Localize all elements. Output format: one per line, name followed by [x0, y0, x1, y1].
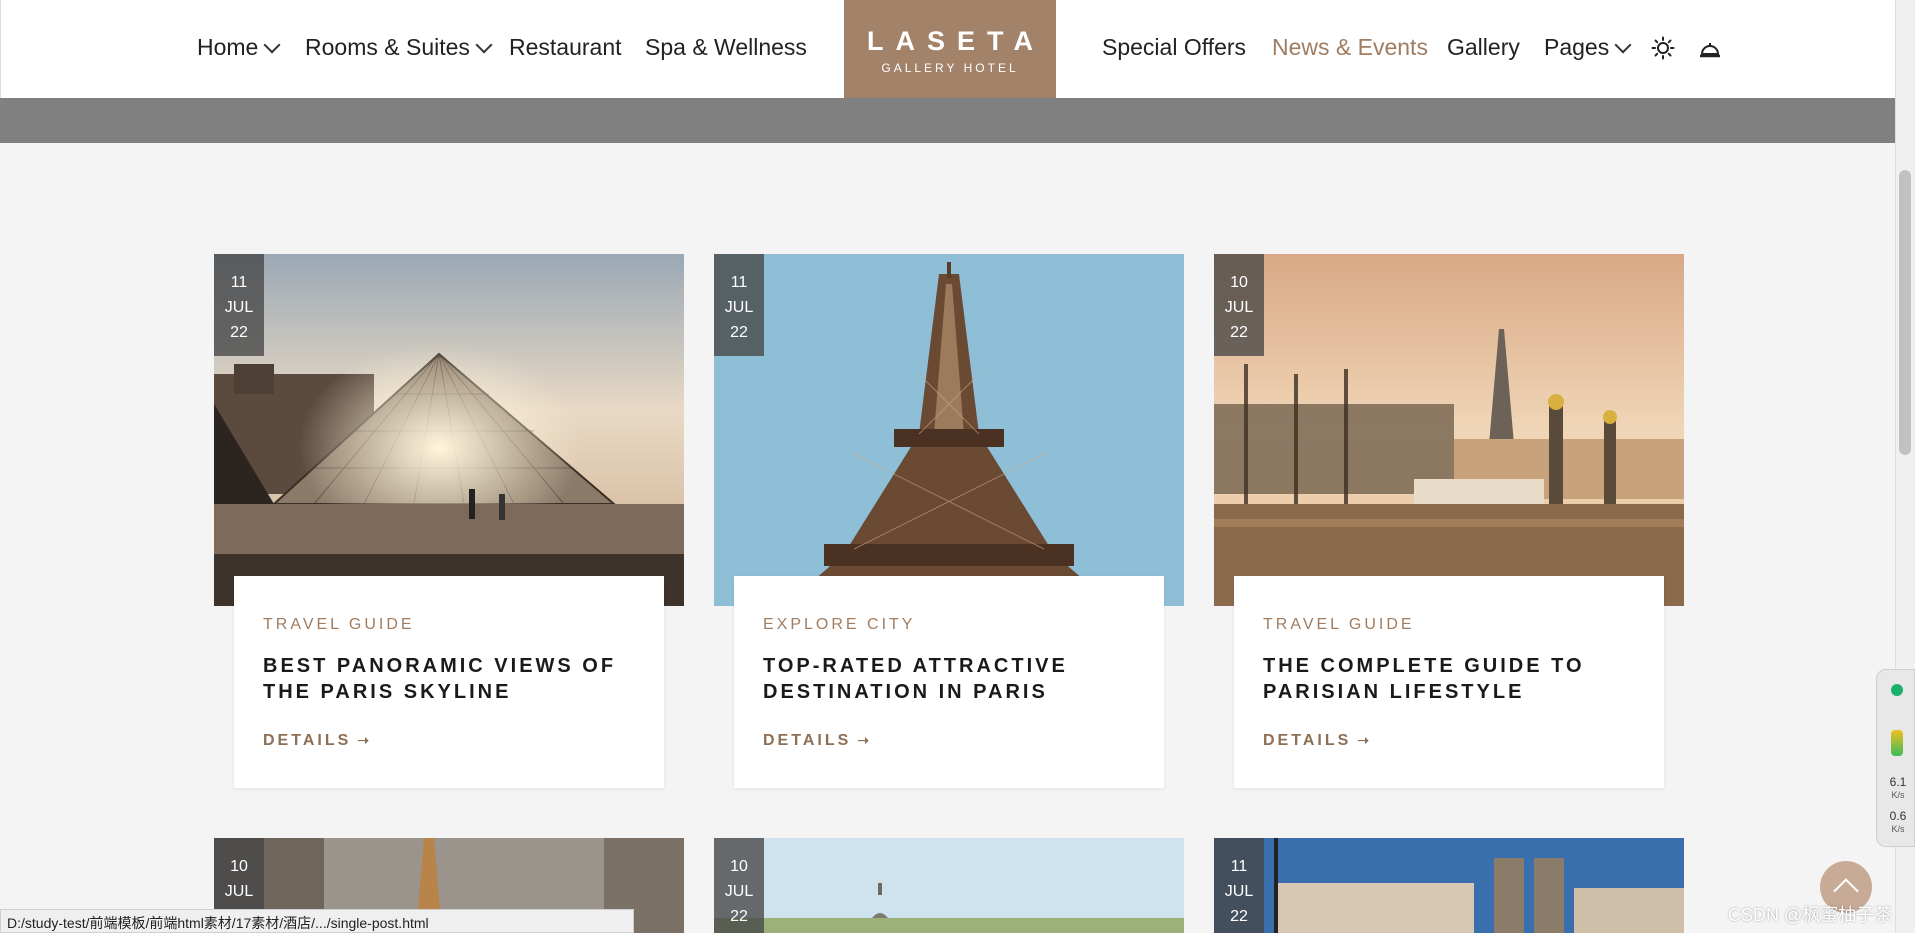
date-day: 10	[730, 858, 748, 875]
nav-special-offers[interactable]: Special Offers	[1102, 34, 1246, 61]
post-card: TRAVEL GUIDE BEST PANORAMIC VIEWS OF THE…	[234, 576, 664, 788]
date-year: 22	[1230, 324, 1248, 341]
post-title[interactable]: THE COMPLETE GUIDE TO PARISIAN LIFESTYLE	[1263, 653, 1643, 705]
hotel-logo[interactable]: LASETA GALLERY HOTEL	[844, 0, 1056, 98]
nav-gallery-label: Gallery	[1447, 34, 1520, 60]
status-dot-icon	[1891, 684, 1903, 696]
details-link[interactable]: DETAILS ➝	[1263, 732, 1372, 750]
date-month: JUL	[224, 883, 254, 900]
date-year: 22	[730, 908, 748, 925]
nav-pages[interactable]: Pages	[1544, 34, 1632, 61]
date-day: 11	[230, 274, 248, 291]
nav-news-events[interactable]: News & Events	[1272, 34, 1428, 61]
louvre-pyramid-image	[214, 254, 684, 606]
browser-status-bar: D:/study-test/前端模板/前端html素材/17素材/酒店/.../…	[0, 909, 634, 933]
details-link[interactable]: DETAILS ➝	[763, 732, 872, 750]
nav-special-offers-label: Special Offers	[1102, 34, 1247, 60]
top-navigation: Home Rooms & Suites Restaurant Spa & Wel…	[0, 0, 1895, 98]
post-image-louvre[interactable]: 11 JUL 22	[214, 254, 684, 606]
post-category[interactable]: TRAVEL GUIDE	[1263, 616, 1415, 634]
watermark: CSDN @枫蜜柚子茶	[1728, 905, 1893, 925]
date-year: 22	[230, 324, 248, 341]
date-year: 22	[1230, 908, 1248, 925]
download-unit: K/s	[1891, 824, 1905, 834]
details-link[interactable]: DETAILS ➝	[263, 732, 372, 750]
page: Home Rooms & Suites Restaurant Spa & Wel…	[0, 0, 1915, 933]
date-badge: 11 JUL 22	[1214, 838, 1264, 933]
chevron-down-icon	[1614, 36, 1632, 53]
nav-rooms-suites-label: Rooms & Suites	[305, 34, 470, 60]
arrow-right-icon: ➝	[857, 732, 872, 748]
upload-unit: K/s	[1891, 790, 1905, 800]
date-year: 22	[730, 324, 748, 341]
date-day: 11	[730, 274, 748, 291]
nav-spa-wellness-label: Spa & Wellness	[645, 34, 807, 60]
date-month: JUL	[724, 883, 754, 900]
date-day: 10	[1230, 274, 1248, 291]
nav-pages-label: Pages	[1544, 34, 1610, 60]
date-badge: 10 JUL 22	[714, 838, 764, 933]
date-day: 11	[1230, 858, 1248, 875]
usage-bar-icon	[1891, 730, 1903, 756]
date-month: JUL	[224, 299, 254, 316]
bell-icon[interactable]	[1698, 36, 1722, 60]
nav-news-events-label: News & Events	[1272, 34, 1428, 60]
upload-speed: 6.1 K/s	[1883, 776, 1913, 802]
scrollbar-thumb[interactable]	[1899, 170, 1911, 455]
eiffel-tower-image	[714, 254, 1184, 606]
nav-home-label: Home	[197, 34, 259, 60]
post-category[interactable]: TRAVEL GUIDE	[263, 616, 415, 634]
details-label: DETAILS	[1263, 732, 1352, 749]
post-image-dome[interactable]: 10 JUL 22	[714, 838, 1184, 933]
post-image-notre-dame[interactable]: 11 JUL 22	[1214, 838, 1684, 933]
date-badge: 11 JUL 22	[214, 254, 264, 356]
nav-restaurant[interactable]: Restaurant	[509, 34, 622, 61]
arrow-right-icon: ➝	[357, 732, 372, 748]
arrow-right-icon: ➝	[1357, 732, 1372, 748]
date-month: JUL	[724, 299, 754, 316]
nav-spa-wellness[interactable]: Spa & Wellness	[645, 34, 807, 61]
post-card: EXPLORE CITY TOP-RATED ATTRACTIVE DESTIN…	[734, 576, 1164, 788]
date-badge: 10 JUL 22	[1214, 254, 1264, 356]
sun-icon[interactable]	[1651, 36, 1675, 60]
download-speed: 0.6 K/s	[1883, 810, 1913, 836]
date-badge: 11 JUL 22	[714, 254, 764, 356]
post-card: TRAVEL GUIDE THE COMPLETE GUIDE TO PARIS…	[1234, 576, 1664, 788]
page-header-band	[0, 98, 1895, 143]
network-speed-widget[interactable]: 6.1 K/s 0.6 K/s	[1876, 669, 1915, 847]
nav-gallery[interactable]: Gallery	[1447, 34, 1520, 61]
seine-river-image	[1214, 254, 1684, 606]
logo-tagline: GALLERY HOTEL	[881, 61, 1019, 75]
notre-dame-image	[1214, 838, 1684, 933]
details-label: DETAILS	[763, 732, 852, 749]
post-category[interactable]: EXPLORE CITY	[763, 616, 915, 634]
nav-rooms-suites[interactable]: Rooms & Suites	[305, 34, 493, 61]
nav-restaurant-label: Restaurant	[509, 34, 622, 60]
post-title[interactable]: TOP-RATED ATTRACTIVE DESTINATION IN PARI…	[763, 653, 1143, 705]
paris-dome-image	[714, 838, 1184, 933]
post-title[interactable]: BEST PANORAMIC VIEWS OF THE PARIS SKYLIN…	[263, 653, 643, 705]
post-image-eiffel[interactable]: 11 JUL 22	[714, 254, 1184, 606]
nav-home[interactable]: Home	[197, 34, 281, 61]
date-day: 10	[230, 858, 248, 875]
chevron-down-icon	[263, 36, 281, 53]
upload-value: 6.1	[1889, 775, 1907, 789]
download-value: 0.6	[1889, 809, 1907, 823]
date-month: JUL	[1224, 299, 1254, 316]
chevron-down-icon	[475, 36, 493, 53]
details-label: DETAILS	[263, 732, 352, 749]
date-month: JUL	[1224, 883, 1254, 900]
logo-name: LASETA	[867, 26, 1045, 56]
post-image-seine[interactable]: 10 JUL 22	[1214, 254, 1684, 606]
